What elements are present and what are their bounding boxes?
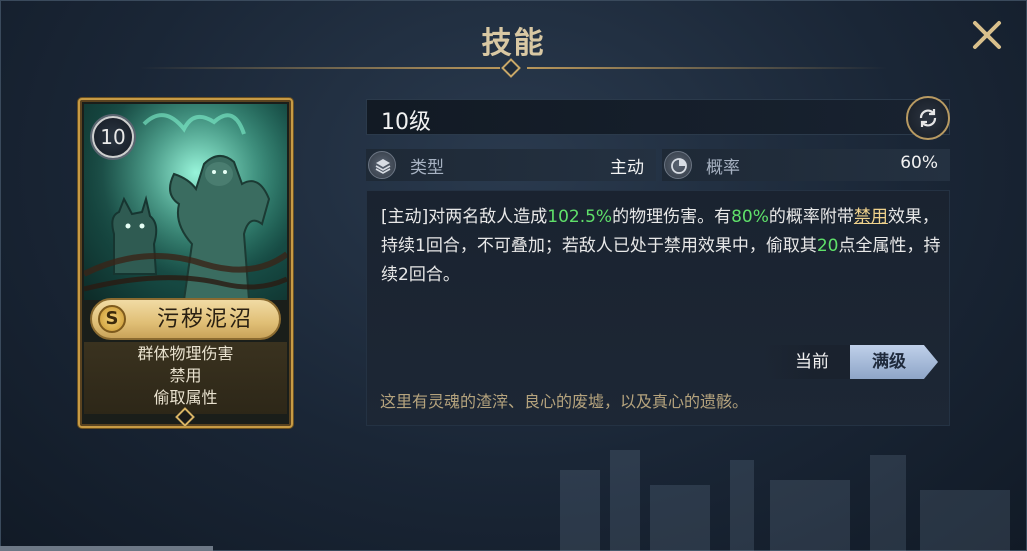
- skill-chance-label: 概率: [706, 158, 740, 178]
- desc-stat-amount: 20: [816, 236, 839, 256]
- card-tags: 群体物理伤害 禁用 偷取属性: [84, 342, 287, 414]
- card-tag: 禁用: [169, 366, 202, 385]
- skill-card-art: 10: [84, 104, 287, 300]
- desc-damage-percent: 102.5%: [547, 207, 613, 227]
- skill-type-label: 类型: [410, 158, 444, 178]
- desc-text: [主动]对两名敌人造成: [381, 207, 548, 227]
- skill-chance-value: 60%: [900, 153, 938, 173]
- layers-icon: [368, 151, 396, 179]
- title-divider-left: [140, 67, 500, 69]
- skill-level-bar: 10级: [366, 99, 950, 135]
- skill-name: 污秽泥沼: [156, 307, 253, 332]
- rank-s-badge: S: [98, 305, 126, 333]
- toggle-max-button[interactable]: 满级: [850, 345, 938, 379]
- level-toggle: 当前 满级: [764, 345, 938, 379]
- card-bottom-gem-icon: [172, 407, 198, 427]
- desc-text: 的概率附带: [768, 207, 854, 227]
- page-title: 技能: [481, 26, 546, 61]
- card-tag: 偷取属性: [153, 388, 218, 407]
- skill-type-value: 主动: [610, 158, 644, 178]
- skill-description: [主动]对两名敌人造成102.5%的物理伤害。有80%的概率附带禁用效果，持续1…: [381, 203, 941, 290]
- skill-level-label: 10级: [381, 110, 431, 135]
- toggle-current-button[interactable]: 当前: [764, 345, 852, 379]
- title-divider-right: [527, 67, 887, 69]
- card-level-badge: 10: [92, 116, 134, 158]
- skill-type-row: 类型 主动: [366, 149, 656, 181]
- desc-disable-link[interactable]: 禁用: [854, 207, 888, 227]
- desc-text: 的物理伤害。有: [612, 207, 732, 227]
- desc-chance-percent: 80%: [731, 207, 769, 227]
- skill-chance-row: 概率 60%: [662, 149, 950, 181]
- pie-chart-icon: [664, 151, 692, 179]
- bottom-scroll-strip: [0, 546, 213, 551]
- skill-flavor-text: 这里有灵魂的渣滓、良心的废墟，以及真心的遗骸。: [380, 392, 749, 411]
- background-silhouette: [560, 450, 1010, 551]
- refresh-icon[interactable]: [906, 96, 950, 140]
- skill-card: 10 S 污秽泥沼 群体物理伤害 禁用 偷取属性: [78, 98, 293, 428]
- card-tag: 群体物理伤害: [137, 344, 234, 363]
- close-icon[interactable]: [968, 16, 1006, 54]
- card-name-plate: S 污秽泥沼: [90, 298, 281, 340]
